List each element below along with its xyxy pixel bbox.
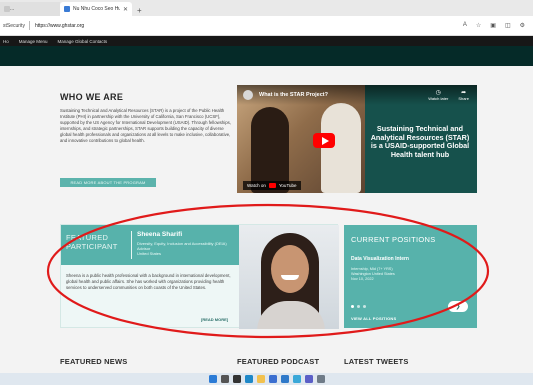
watch-on-youtube-button[interactable]: Watch on YouTube bbox=[243, 181, 301, 190]
teams-icon[interactable] bbox=[304, 375, 313, 383]
thumbnail-person-right bbox=[321, 103, 361, 193]
participant-role: Diversity, Equity, Inclusion and Accessi… bbox=[137, 241, 235, 256]
share-icon: ➦ bbox=[461, 90, 467, 96]
carousel-dot[interactable] bbox=[357, 305, 360, 308]
url-field[interactable]: https://www.ghstar.org bbox=[30, 23, 463, 29]
video-title[interactable]: What is the STAR Project? bbox=[259, 92, 328, 98]
share-label: Share bbox=[458, 96, 469, 101]
mail-icon[interactable] bbox=[280, 375, 289, 383]
chevron-right-icon: ❯ bbox=[455, 304, 461, 310]
carousel-dots bbox=[351, 305, 366, 308]
position-meta: Internship, Mid (7+ YRS) Washington Unit… bbox=[351, 267, 451, 282]
featured-news-heading: FEATURED NEWS bbox=[60, 357, 128, 366]
participant-name: Sheena Sharifi bbox=[137, 231, 183, 238]
site-security-label[interactable]: stSecurity bbox=[0, 23, 29, 29]
nav-item-manage-contacts[interactable]: Manage Global Contacts bbox=[58, 39, 108, 44]
youtube-embed[interactable]: What is the STAR Project? ◷ Watch later … bbox=[237, 85, 477, 193]
clock-icon: ◷ bbox=[435, 90, 441, 96]
nav-item-manage-menu[interactable]: Manage Menu bbox=[19, 39, 48, 44]
play-button[interactable] bbox=[313, 133, 335, 148]
featured-participant-card: FEATURED PARTICIPANT Sheena Sharifi Dive… bbox=[60, 224, 339, 329]
featured-label-line1: FEATURED bbox=[66, 233, 109, 242]
site-header-band bbox=[0, 46, 533, 66]
read-more-program-button[interactable]: READ MORE ABOUT THE PROGRAM bbox=[60, 178, 156, 187]
tab-label: Nu Nhu Coco Seo Hu 85 coca bbox=[73, 6, 120, 12]
share-button[interactable]: ➦ Share bbox=[458, 89, 469, 101]
task-view-icon[interactable] bbox=[232, 375, 241, 383]
participant-location: United States bbox=[137, 251, 162, 256]
youtube-logo-icon bbox=[268, 183, 276, 188]
header-divider bbox=[131, 231, 132, 259]
carousel-next-button[interactable]: ❯ bbox=[448, 301, 468, 312]
nav-item-home[interactable]: Ho bbox=[3, 39, 9, 44]
participant-photo bbox=[239, 225, 339, 329]
featured-participant-label: FEATURED PARTICIPANT bbox=[66, 233, 118, 251]
video-actions: ◷ Watch later ➦ Share bbox=[428, 89, 469, 101]
store-icon[interactable] bbox=[268, 375, 277, 383]
screenshot-root: ... Nu Nhu Coco Seo Hu 85 coca ✕ + stSec… bbox=[0, 0, 533, 385]
photos-icon[interactable] bbox=[292, 375, 301, 383]
participant-role-text: Diversity, Equity, Inclusion and Accessi… bbox=[137, 241, 227, 251]
photo-smile bbox=[281, 275, 299, 280]
tab-favicon-icon bbox=[64, 6, 70, 12]
watch-on-label: Watch on bbox=[247, 183, 266, 188]
carousel-dot[interactable] bbox=[363, 305, 366, 308]
photo-face bbox=[271, 245, 309, 293]
tab-label: ... bbox=[10, 6, 15, 12]
latest-tweets-heading: LATEST TWEETS bbox=[344, 357, 409, 366]
read-more-link[interactable]: [READ MORE] bbox=[201, 317, 228, 322]
translate-icon[interactable]: A bbox=[463, 22, 467, 29]
channel-avatar[interactable] bbox=[243, 90, 253, 100]
current-positions-card: CURRENT POSITIONS Data Visualization Int… bbox=[344, 225, 477, 328]
participant-bio: Sheena is a public health professional w… bbox=[66, 273, 231, 291]
position-title[interactable]: Data Visualization Intern bbox=[351, 256, 409, 262]
watch-later-button[interactable]: ◷ Watch later bbox=[428, 89, 448, 101]
address-bar: stSecurity https://www.ghstar.org A ☆ ▣ … bbox=[0, 16, 533, 36]
youtube-label: YouTube bbox=[278, 183, 297, 188]
windows-taskbar bbox=[0, 373, 533, 385]
favorite-icon[interactable]: ☆ bbox=[476, 22, 481, 29]
who-we-are-body: Sustaining Technical and Analytical Reso… bbox=[60, 108, 231, 143]
current-positions-title: CURRENT POSITIONS bbox=[351, 235, 436, 244]
carousel-dot[interactable] bbox=[351, 305, 354, 308]
windows-start-icon[interactable] bbox=[208, 375, 217, 383]
who-we-are-title: WHO WE ARE bbox=[60, 92, 124, 102]
browser-tab-active[interactable]: Nu Nhu Coco Seo Hu 85 coca ✕ bbox=[60, 2, 132, 16]
split-icon[interactable]: ◫ bbox=[505, 22, 511, 29]
position-date: Nov 10, 2022 bbox=[351, 277, 374, 281]
tab-close-icon[interactable]: ✕ bbox=[123, 6, 128, 13]
collections-icon[interactable]: ▣ bbox=[490, 22, 496, 29]
video-heading: Sustaining Technical and Analytical Reso… bbox=[370, 124, 470, 159]
browser-toolbar: A ☆ ▣ ◫ ⚙ bbox=[463, 22, 533, 29]
file-explorer-icon[interactable] bbox=[256, 375, 265, 383]
play-icon bbox=[321, 136, 329, 145]
featured-participant-header: FEATURED PARTICIPANT Sheena Sharifi Dive… bbox=[61, 225, 239, 265]
browser-tab[interactable]: ... bbox=[0, 2, 60, 16]
view-all-positions-link[interactable]: VIEW ALL POSITIONS bbox=[351, 316, 396, 321]
new-tab-button[interactable]: + bbox=[132, 6, 147, 16]
settings-icon[interactable] bbox=[316, 375, 325, 383]
featured-label-line2: PARTICIPANT bbox=[66, 242, 118, 251]
featured-podcast-heading: FEATURED PODCAST bbox=[237, 357, 320, 366]
site-admin-nav: Ho Manage Menu Manage Global Contacts bbox=[0, 36, 533, 46]
browser-tab-strip: ... Nu Nhu Coco Seo Hu 85 coca ✕ + bbox=[0, 0, 533, 16]
settings-icon[interactable]: ⚙ bbox=[520, 22, 525, 29]
search-icon[interactable] bbox=[220, 375, 229, 383]
watch-later-label: Watch later bbox=[428, 96, 449, 101]
edge-icon[interactable] bbox=[244, 375, 253, 383]
